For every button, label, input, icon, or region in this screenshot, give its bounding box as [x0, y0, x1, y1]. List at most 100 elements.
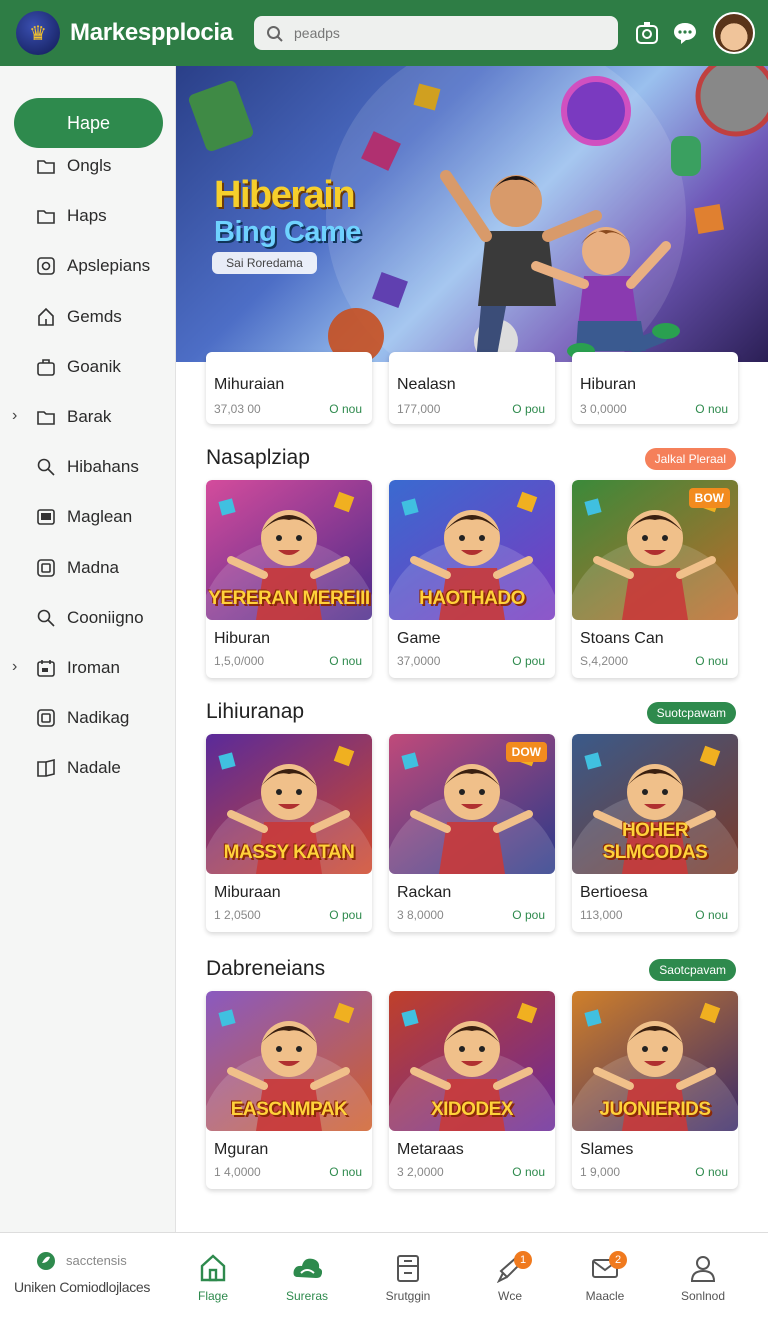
game-card[interactable]: Mihuraian 37,03 00 O nou: [206, 352, 372, 424]
avatar[interactable]: [713, 12, 755, 54]
search-icon: [37, 458, 55, 476]
home-icon: [200, 1254, 226, 1282]
card-title: Nealasn: [397, 376, 456, 393]
search-icon: [37, 609, 55, 627]
game-card[interactable]: HAOTHADO Game 37,0000 O pou: [389, 480, 555, 678]
game-thumbnail[interactable]: EASCNMPAK: [206, 991, 372, 1131]
game-card[interactable]: YERERAN MEREIII Hiburan 1,5,0/000 O nou: [206, 480, 372, 678]
game-card[interactable]: DOW Rackan 3 8,0000 O pou: [389, 734, 555, 932]
section-action-pill[interactable]: Jalkal Pleraal: [644, 448, 736, 470]
game-thumbnail[interactable]: HAOTHADO: [389, 480, 555, 620]
card-status: O nou: [695, 908, 728, 922]
sidebar-item-cooniigno[interactable]: Cooniigno: [0, 600, 176, 636]
sidebar-item-barak[interactable]: › Barak: [0, 399, 176, 435]
bottom-nav-label: Sureras: [285, 1289, 329, 1303]
sidebar-item-label: Apslepians: [67, 256, 151, 276]
sidebar-item-apslepians[interactable]: Apslepians: [0, 248, 176, 284]
card-badge: DOW: [505, 742, 547, 762]
card-title: Game: [397, 630, 441, 647]
card-price: 3 0,0000: [580, 402, 627, 416]
game-thumbnail[interactable]: YERERAN MEREIII: [206, 480, 372, 620]
section-action-pill[interactable]: Saotcpavam: [649, 959, 736, 981]
crown-logo-icon[interactable]: ♛: [16, 11, 60, 55]
home-icon: [38, 307, 54, 326]
camera-icon[interactable]: [634, 20, 660, 46]
bottom-nav-sonlnod[interactable]: Sonlnod: [663, 1253, 743, 1323]
bottom-nav-srutggin[interactable]: Srutggin: [368, 1253, 448, 1323]
bottom-nav-bar: sacctensis Uniken Comiodlojlaces Flage Su…: [0, 1232, 768, 1344]
sidebar-item-label: Madna: [67, 557, 119, 577]
card-status: O pou: [512, 654, 545, 668]
calendar-icon: [37, 660, 55, 677]
sidebar-item-maglean[interactable]: Maglean: [0, 499, 176, 535]
search-input[interactable]: peadps: [254, 16, 618, 50]
section-title: Nasaplziap: [206, 446, 310, 469]
game-card[interactable]: BOW Stoans Can S,4,2000 O nou: [572, 480, 738, 678]
hero-button[interactable]: Sai Roredama: [212, 252, 317, 274]
game-card[interactable]: HOHER SLMCODAS Bertioesa 113,000 O nou: [572, 734, 738, 932]
card-title: Mihuraian: [214, 376, 285, 393]
game-card[interactable]: XIDODEX Metaraas 3 2,0000 O nou: [389, 991, 555, 1189]
game-thumbnail[interactable]: HOHER SLMCODAS: [572, 734, 738, 874]
card-status: O nou: [329, 654, 362, 668]
sidebar-item-haps[interactable]: Haps: [0, 198, 176, 234]
sidebar-item-madna[interactable]: Madna: [0, 550, 176, 586]
game-art-title: MASSY KATAN: [223, 842, 355, 863]
card-status: O nou: [695, 402, 728, 416]
chevron-right-icon[interactable]: ›: [12, 658, 17, 676]
game-thumbnail[interactable]: XIDODEX: [389, 991, 555, 1131]
card-title: Metaraas: [397, 1141, 464, 1158]
card-price: 1 2,0500: [214, 908, 261, 922]
app-icon: [37, 257, 55, 276]
card-price: 113,000: [580, 908, 623, 922]
game-card[interactable]: MASSY KATAN Miburaan 1 2,0500 O pou: [206, 734, 372, 932]
game-card[interactable]: JUONIERIDS Slames 1 9,000 O nou: [572, 991, 738, 1189]
notification-badge: 1: [514, 1251, 532, 1269]
sidebar-item-nadikag[interactable]: Nadikag: [0, 700, 176, 736]
card-title: Hiburan: [580, 376, 637, 393]
card-price: 3 2,0000: [397, 1165, 444, 1179]
bottom-nav-sureras[interactable]: Sureras: [267, 1253, 347, 1323]
hero-banner[interactable]: Hiberain Bing Came Sai Roredama: [176, 66, 768, 362]
bottom-nav-wce[interactable]: Wce 1: [470, 1251, 550, 1323]
brand-name[interactable]: Markespplocia: [70, 19, 233, 47]
sidebar-item-label: Haps: [67, 206, 107, 226]
card-status: O pou: [512, 402, 545, 416]
top-bar: ♛ Markespplocia peadps: [0, 0, 768, 66]
card-price: 3 8,0000: [397, 908, 444, 922]
game-thumbnail[interactable]: MASSY KATAN: [206, 734, 372, 874]
sidebar-item-label: Iroman: [67, 658, 120, 677]
game-card[interactable]: Hiburan 3 0,0000 O nou: [572, 352, 738, 424]
sidebar-item-hibahans[interactable]: Hibahans: [0, 449, 176, 485]
calculator-icon: [397, 1255, 419, 1282]
game-art-title: XIDODEX: [430, 1099, 514, 1120]
bottom-nav-label: Flage: [197, 1289, 229, 1303]
cloud-icon: [293, 1258, 322, 1278]
card-title: Miburaan: [214, 884, 281, 901]
sidebar-item-nadale[interactable]: Nadale: [0, 750, 176, 786]
game-card[interactable]: EASCNMPAK Mguran 1 4,0000 O nou: [206, 991, 372, 1189]
chevron-right-icon[interactable]: ›: [12, 407, 17, 425]
promo-block[interactable]: sacctensis Uniken Comiodlojlaces: [14, 1251, 174, 1321]
sidebar-item-label: Nadikag: [67, 708, 130, 728]
bottom-nav-label: Wce: [498, 1289, 522, 1303]
game-thumbnail[interactable]: BOW: [572, 480, 738, 620]
section-action-pill[interactable]: Suotcpawam: [646, 702, 736, 724]
game-thumbnail[interactable]: DOW: [389, 734, 555, 874]
sidebar-item-gemds[interactable]: Gemds: [0, 299, 176, 335]
sidebar-item-ongls[interactable]: Ongls: [0, 148, 176, 184]
game-art-title: YERERAN MEREIII: [208, 588, 370, 609]
bottom-nav-flage[interactable]: Flage: [173, 1253, 253, 1323]
chat-bubble-icon[interactable]: [672, 20, 698, 46]
bottom-nav-maacle[interactable]: Maacle 2: [565, 1251, 645, 1323]
sidebar-item-iroman[interactable]: › Iroman: [0, 650, 176, 686]
sidebar-item-goanik[interactable]: Goanik: [0, 349, 176, 385]
game-card[interactable]: Nealasn 177,000 O pou: [389, 352, 555, 424]
game-art-title: HAOTHADO: [419, 588, 525, 609]
sidebar-item-label: Gemds: [67, 306, 122, 326]
sidebar-item-label: Goanik: [67, 356, 121, 376]
sidebar-item-active[interactable]: Hape: [14, 98, 163, 148]
user-icon: [690, 1256, 716, 1282]
game-thumbnail[interactable]: JUONIERIDS: [572, 991, 738, 1131]
section-title: Dabreneians: [206, 957, 326, 980]
